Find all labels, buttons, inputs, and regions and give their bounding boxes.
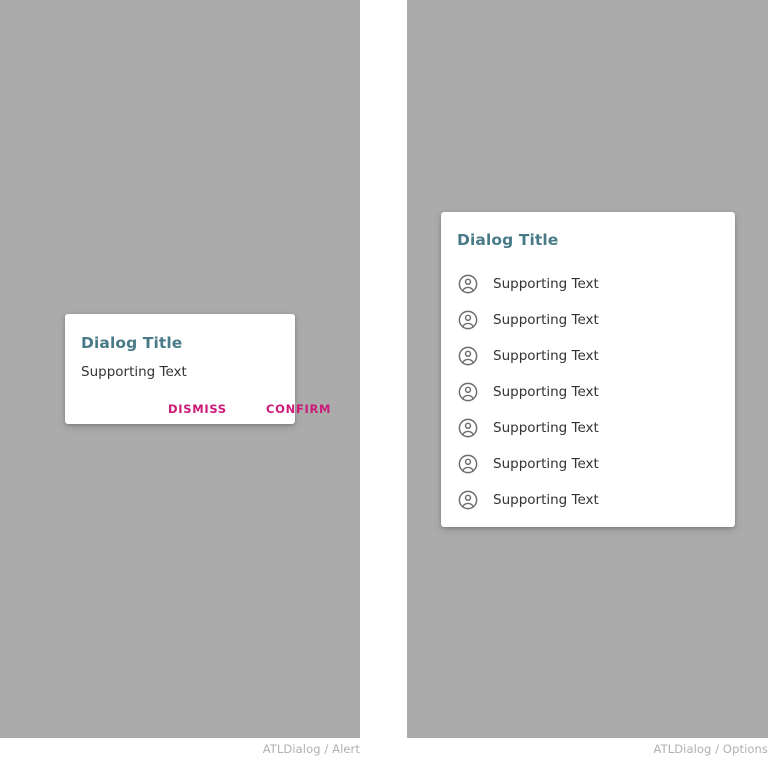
- account-circle-icon: [457, 345, 479, 367]
- list-item[interactable]: Supporting Text: [441, 446, 735, 482]
- list-item-label: Supporting Text: [493, 420, 599, 436]
- list-item-label: Supporting Text: [493, 492, 599, 508]
- footer-label-options: ATLDialog / Options: [653, 742, 768, 756]
- list-item[interactable]: Supporting Text: [441, 410, 735, 446]
- list-item-label: Supporting Text: [493, 384, 599, 400]
- account-circle-icon: [457, 417, 479, 439]
- confirm-button[interactable]: CONFIRM: [266, 402, 331, 416]
- list-item-label: Supporting Text: [493, 276, 599, 292]
- options-list: Supporting Text Supporting Text Supporti…: [441, 266, 735, 518]
- list-item[interactable]: Supporting Text: [441, 374, 735, 410]
- footer-label-alert: ATLDialog / Alert: [262, 742, 360, 756]
- options-dialog: Dialog Title Supporting Text Supporting …: [441, 212, 735, 527]
- alert-dialog-actions: DISMISS CONFIRM: [65, 396, 330, 424]
- account-circle-icon: [457, 273, 479, 295]
- account-circle-icon: [457, 309, 479, 331]
- account-circle-icon: [457, 489, 479, 511]
- list-item[interactable]: Supporting Text: [441, 482, 735, 518]
- account-circle-icon: [457, 381, 479, 403]
- options-dialog-title: Dialog Title: [457, 231, 559, 249]
- account-circle-icon: [457, 453, 479, 475]
- list-item[interactable]: Supporting Text: [441, 338, 735, 374]
- list-item-label: Supporting Text: [493, 312, 599, 328]
- list-item-label: Supporting Text: [493, 348, 599, 364]
- alert-dialog: Dialog Title Supporting Text DISMISS CON…: [65, 314, 330, 424]
- screenshot-canvas: Dialog Title Supporting Text DISMISS CON…: [0, 0, 768, 761]
- alert-dialog-title: Dialog Title: [81, 334, 183, 352]
- list-item-label: Supporting Text: [493, 456, 599, 472]
- alert-dialog-supporting-text: Supporting Text: [81, 364, 187, 380]
- list-item[interactable]: Supporting Text: [441, 266, 735, 302]
- dismiss-button[interactable]: DISMISS: [168, 402, 227, 416]
- list-item[interactable]: Supporting Text: [441, 302, 735, 338]
